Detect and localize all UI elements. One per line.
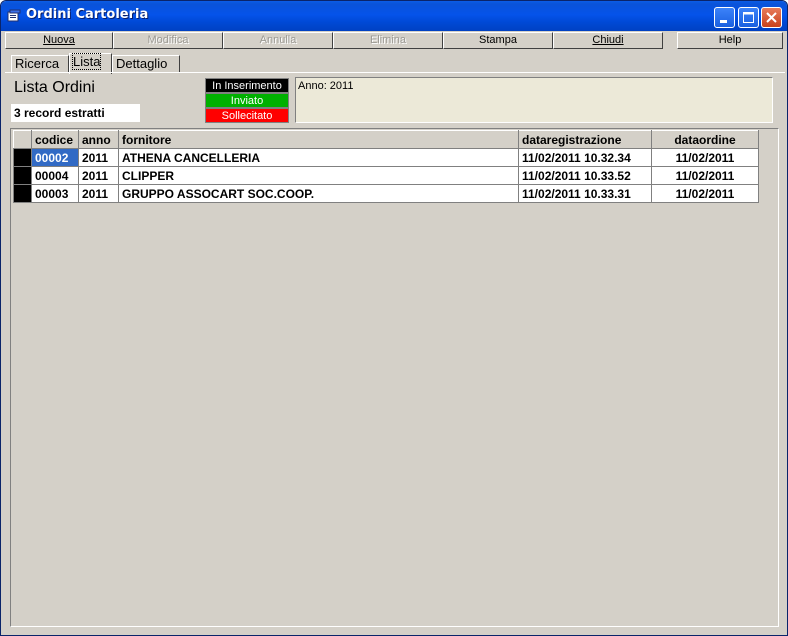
chiudi-button[interactable]: Chiudi <box>553 32 663 49</box>
cell-dataregistrazione[interactable]: 11/02/2011 10.33.52 <box>518 166 652 185</box>
row-status-indicator <box>13 148 32 167</box>
cell-dataordine[interactable]: 11/02/2011 <box>651 184 759 203</box>
tab-strip: Ricerca Lista Dettaglio <box>5 53 785 74</box>
legend-in-inserimento: In Inserimento <box>205 78 289 93</box>
cell-anno[interactable]: 2011 <box>78 166 119 185</box>
table-row[interactable]: 00004 2011 CLIPPER 11/02/2011 10.33.52 1… <box>13 166 759 185</box>
cell-fornitore[interactable]: CLIPPER <box>118 166 519 185</box>
tab-lista-label: Lista <box>71 53 102 70</box>
cell-fornitore[interactable]: ATHENA CANCELLERIA <box>118 148 519 167</box>
record-count: 3 record estratti <box>11 104 140 122</box>
help-label: Help <box>718 34 742 46</box>
tab-dettaglio-label: Dettaglio <box>116 56 168 71</box>
elimina-button[interactable]: Elimina <box>333 32 443 49</box>
modifica-label: Modifica <box>147 34 189 46</box>
minimize-button[interactable] <box>714 7 735 28</box>
legend-sollecitato: Sollecitato <box>205 108 289 123</box>
row-status-indicator <box>13 184 32 203</box>
cell-dataordine[interactable]: 11/02/2011 <box>651 148 759 167</box>
toolbar: Nuova Modifica Annulla Elimina Stampa Ch… <box>5 32 783 50</box>
modifica-button[interactable]: Modifica <box>113 32 223 49</box>
tab-ricerca-label: Ricerca <box>15 56 60 71</box>
cell-codice[interactable]: 00002 <box>31 148 79 167</box>
col-header-codice[interactable]: codice <box>31 130 79 149</box>
minimize-icon <box>720 20 727 23</box>
cell-anno[interactable]: 2011 <box>78 184 119 203</box>
col-header-dataregistrazione[interactable]: dataregistrazione <box>518 130 652 149</box>
tab-dettaglio[interactable]: Dettaglio <box>112 55 180 73</box>
orders-table: codice anno fornitore dataregistrazione … <box>13 130 759 203</box>
close-button[interactable] <box>761 7 782 28</box>
cell-fornitore[interactable]: GRUPPO ASSOCART SOC.COOP. <box>118 184 519 203</box>
col-header-fornitore[interactable]: fornitore <box>118 130 519 149</box>
filter-summary: Anno: 2011 <box>295 77 773 123</box>
app-window: Ordini Cartoleria Nuova Modifica Annulla… <box>0 0 788 636</box>
nuova-button[interactable]: Nuova <box>5 32 113 49</box>
row-indicator-header <box>13 130 32 149</box>
close-icon <box>766 12 777 23</box>
cell-dataordine[interactable]: 11/02/2011 <box>651 166 759 185</box>
title-bar[interactable]: Ordini Cartoleria <box>1 1 787 31</box>
tab-panel-border <box>5 72 785 73</box>
annulla-label: Annulla <box>259 34 297 46</box>
maximize-button[interactable] <box>738 7 759 28</box>
col-header-dataordine[interactable]: dataordine <box>651 130 759 149</box>
table-row[interactable]: 00002 2011 ATHENA CANCELLERIA 11/02/2011… <box>13 148 759 167</box>
chiudi-label: Chiudi <box>592 34 624 46</box>
help-button[interactable]: Help <box>677 32 783 49</box>
window-title: Ordini Cartoleria <box>26 7 149 22</box>
cell-codice[interactable]: 00004 <box>31 166 79 185</box>
tab-ricerca[interactable]: Ricerca <box>11 55 69 73</box>
nuova-label: Nuova <box>43 34 75 46</box>
cell-dataregistrazione[interactable]: 11/02/2011 10.32.34 <box>518 148 652 167</box>
maximize-icon <box>743 12 754 23</box>
cell-dataregistrazione[interactable]: 11/02/2011 10.33.31 <box>518 184 652 203</box>
legend-inviato: Inviato <box>205 93 289 108</box>
cell-anno[interactable]: 2011 <box>78 148 119 167</box>
row-status-indicator <box>13 166 32 185</box>
col-header-anno[interactable]: anno <box>78 130 119 149</box>
tab-lista[interactable]: Lista <box>69 53 112 74</box>
table-row[interactable]: 00003 2011 GRUPPO ASSOCART SOC.COOP. 11/… <box>13 184 759 203</box>
stampa-button[interactable]: Stampa <box>443 32 553 49</box>
status-legend: In Inserimento Inviato Sollecitato <box>205 78 289 123</box>
app-icon <box>7 9 21 22</box>
cell-codice[interactable]: 00003 <box>31 184 79 203</box>
elimina-label: Elimina <box>369 34 407 46</box>
annulla-button[interactable]: Annulla <box>223 32 333 49</box>
orders-grid[interactable]: codice anno fornitore dataregistrazione … <box>10 128 779 627</box>
page-title: Lista Ordini <box>14 79 95 96</box>
stampa-label: Stampa <box>479 34 517 46</box>
